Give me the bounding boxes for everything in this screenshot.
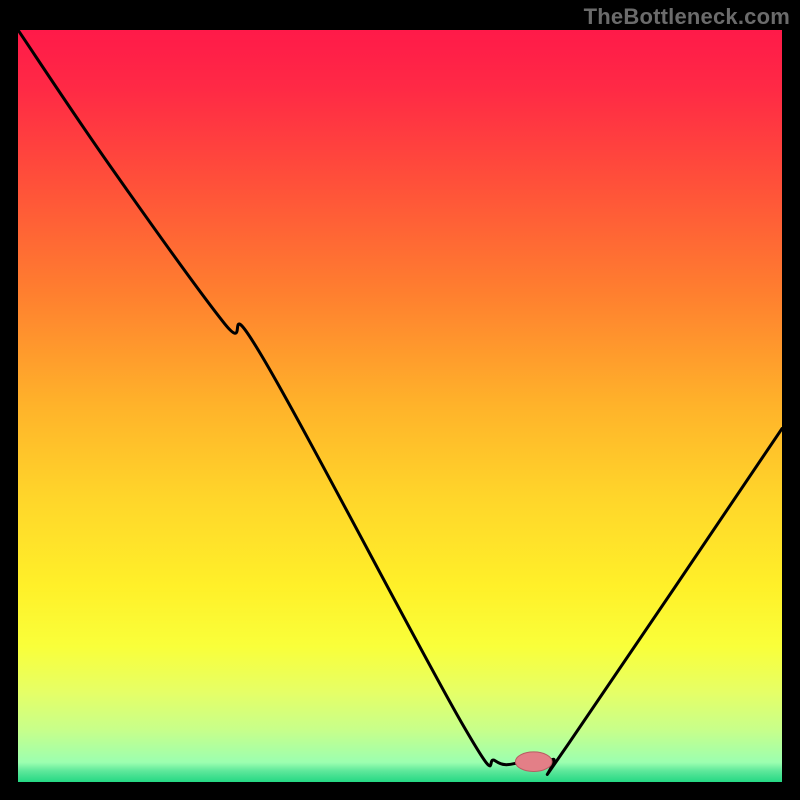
optimal-point-marker	[515, 752, 552, 772]
heatmap-background	[18, 30, 782, 782]
watermark-text: TheBottleneck.com	[584, 4, 790, 30]
plot-area	[18, 30, 782, 782]
chart-outer-frame: TheBottleneck.com	[0, 0, 800, 800]
bottleneck-chart	[18, 30, 782, 782]
